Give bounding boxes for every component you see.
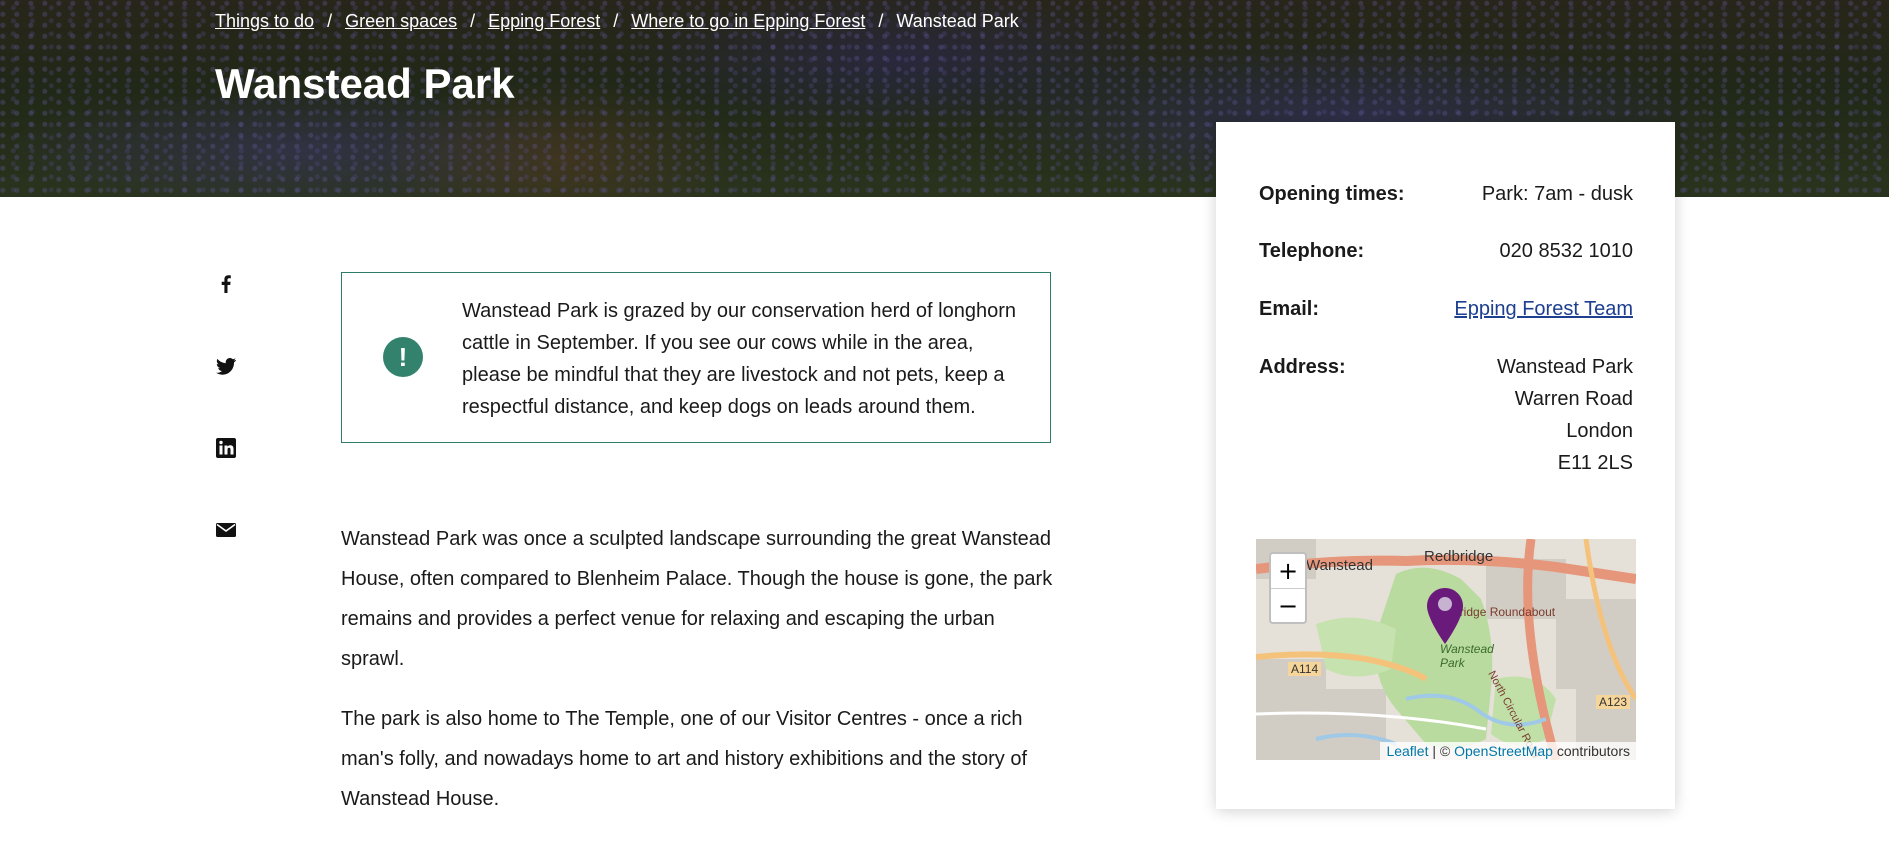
breadcrumb-separator: / bbox=[613, 11, 619, 31]
twitter-icon bbox=[216, 358, 236, 375]
address-line: London bbox=[1566, 420, 1633, 442]
address-line: E11 2LS bbox=[1557, 452, 1633, 474]
opening-times-label: Opening times: bbox=[1259, 183, 1405, 205]
linkedin-icon bbox=[216, 438, 236, 458]
breadcrumb: Things to do / Green spaces / Epping For… bbox=[215, 11, 1019, 32]
telephone-value: 020 8532 1010 bbox=[1499, 240, 1633, 262]
breadcrumb-current: Wanstead Park bbox=[896, 11, 1019, 31]
leaflet-link[interactable]: Leaflet bbox=[1386, 743, 1428, 759]
zoom-in-button[interactable]: + bbox=[1271, 554, 1305, 588]
location-marker-icon[interactable] bbox=[1426, 587, 1464, 645]
address-line: Wanstead Park bbox=[1497, 356, 1633, 378]
email-icon bbox=[216, 523, 236, 537]
page-title: Wanstead Park bbox=[215, 60, 515, 107]
facebook-icon bbox=[221, 275, 231, 293]
facebook-share-button[interactable] bbox=[214, 272, 238, 296]
address-label: Address: bbox=[1259, 356, 1346, 378]
map-label-a114: A114 bbox=[1288, 662, 1322, 676]
telephone-row: Telephone: 020 8532 1010 bbox=[1259, 235, 1633, 267]
attribution-contributors: contributors bbox=[1552, 743, 1630, 759]
telephone-label: Telephone: bbox=[1259, 240, 1365, 262]
exclamation-icon: ! bbox=[383, 337, 423, 377]
zoom-out-button[interactable]: − bbox=[1271, 588, 1305, 622]
map-attribution: Leaflet | © OpenStreetMap contributors bbox=[1380, 742, 1636, 760]
breadcrumb-where-to-go[interactable]: Where to go in Epping Forest bbox=[631, 11, 865, 32]
attribution-separator: | © bbox=[1428, 743, 1455, 759]
temple-paragraph: The park is also home to The Temple, one… bbox=[341, 708, 1028, 810]
twitter-share-button[interactable] bbox=[214, 354, 238, 378]
map-label-a123: A123 bbox=[1596, 695, 1631, 709]
openstreetmap-link[interactable]: OpenStreetMap bbox=[1454, 743, 1553, 759]
breadcrumb-green-spaces[interactable]: Green spaces bbox=[345, 11, 457, 32]
intro-paragraph: Wanstead Park was once a sculpted landsc… bbox=[341, 528, 1053, 670]
breadcrumb-epping-forest[interactable]: Epping Forest bbox=[488, 11, 600, 32]
linkedin-share-button[interactable] bbox=[214, 436, 238, 460]
opening-times-value: Park: 7am - dusk bbox=[1481, 183, 1633, 205]
breadcrumb-separator: / bbox=[470, 11, 476, 31]
info-card: Opening times: Park: 7am - dusk Telephon… bbox=[1216, 122, 1675, 809]
address-row: Address: Wanstead Park Warren Road Londo… bbox=[1259, 351, 1633, 479]
zoom-control: + − bbox=[1269, 552, 1307, 624]
email-row: Email: Epping Forest Team bbox=[1259, 293, 1633, 325]
address-line: Warren Road bbox=[1514, 388, 1633, 410]
cattle-notice: ! Wanstead Park is grazed by our conserv… bbox=[341, 272, 1051, 443]
breadcrumb-separator: / bbox=[327, 11, 333, 31]
breadcrumb-things-to-do[interactable]: Things to do bbox=[215, 11, 314, 32]
map-label-park: Wanstead Park bbox=[1440, 642, 1494, 670]
email-share-button[interactable] bbox=[214, 518, 238, 542]
map-label-wanstead: Wanstead bbox=[1306, 557, 1373, 574]
address-value: Wanstead Park Warren Road London E11 2LS bbox=[1497, 351, 1633, 479]
email-link[interactable]: Epping Forest Team bbox=[1454, 293, 1633, 325]
email-label: Email: bbox=[1259, 298, 1320, 320]
notice-text: Wanstead Park is grazed by our conservat… bbox=[462, 300, 1017, 418]
opening-times-row: Opening times: Park: 7am - dusk bbox=[1259, 178, 1633, 210]
location-map[interactable]: Wanstead Redbridge Redbridge Roundabout … bbox=[1256, 539, 1636, 760]
breadcrumb-separator: / bbox=[878, 11, 884, 31]
map-label-redbridge: Redbridge bbox=[1424, 548, 1494, 565]
share-bar bbox=[214, 272, 238, 600]
